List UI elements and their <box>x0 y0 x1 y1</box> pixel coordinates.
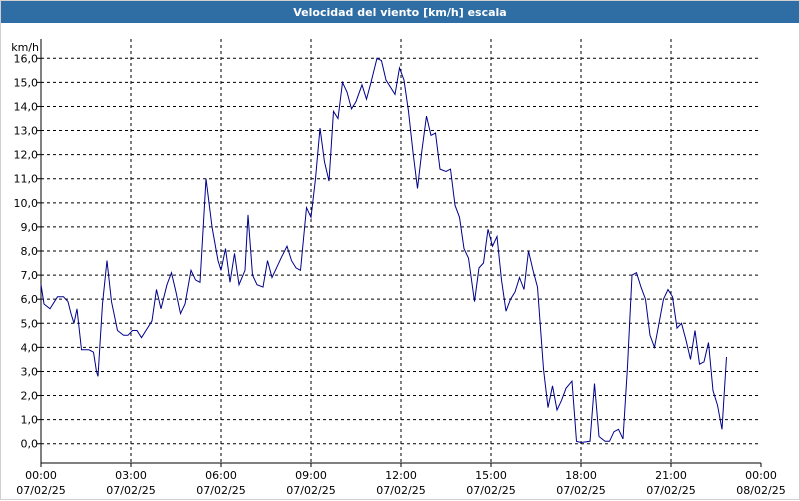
y-tick-label: 11,0 <box>14 173 39 186</box>
y-tick-label: 14,0 <box>14 100 39 113</box>
series-layer <box>40 57 727 444</box>
y-tick-label: 6,0 <box>21 293 39 306</box>
y-tick-label: 3,0 <box>21 365 39 378</box>
x-tick-date: 07/02/25 <box>286 484 335 497</box>
y-tick-label: 4,0 <box>21 341 39 354</box>
y-tick-label: 12,0 <box>14 149 39 162</box>
wind-speed-chart: 0,0 1,0 2,0 3,0 4,0 5,0 6,0 7,0 8,0 9,0 10,0 11,0 12… <box>11 39 786 497</box>
axes <box>37 39 762 467</box>
y-tick-label: 1,0 <box>21 414 39 427</box>
x-tick-date: 07/02/25 <box>196 484 245 497</box>
y-tick-label: 15,0 <box>14 76 39 89</box>
x-tick-time: 21:00 <box>655 469 687 482</box>
x-tick-date: 07/02/25 <box>556 484 605 497</box>
x-tick-time: 06:00 <box>205 469 237 482</box>
x-tick-date: 07/02/25 <box>646 484 695 497</box>
grid <box>41 39 761 463</box>
x-tick-time: 00:00 <box>745 469 777 482</box>
x-tick-date: 07/02/25 <box>466 484 515 497</box>
y-tick-label: 0,0 <box>21 438 39 451</box>
y-tick-label: 2,0 <box>21 390 39 403</box>
x-tick-time: 00:00 <box>25 469 57 482</box>
x-tick-date: 07/02/25 <box>106 484 155 497</box>
x-tick-time: 12:00 <box>385 469 417 482</box>
y-tick-label: 8,0 <box>21 245 39 258</box>
series-line <box>40 57 727 444</box>
y-tick-label: 5,0 <box>21 317 39 330</box>
y-tick-label: 13,0 <box>14 125 39 138</box>
x-tick-time: 18:00 <box>565 469 597 482</box>
x-tick-date: 08/02/25 <box>736 484 785 497</box>
y-tick-label: 9,0 <box>21 221 39 234</box>
y-tick-label: 16,0 <box>14 52 39 65</box>
y-tick-label: 10,0 <box>14 197 39 210</box>
x-tick-time: 09:00 <box>295 469 327 482</box>
tick-labels: 0,0 1,0 2,0 3,0 4,0 5,0 6,0 7,0 8,0 9,0 10,0 11,0 12… <box>11 41 785 497</box>
x-tick-time: 15:00 <box>475 469 507 482</box>
y-axis-label: km/h <box>11 41 39 54</box>
x-tick-time: 03:00 <box>115 469 147 482</box>
y-tick-label: 7,0 <box>21 269 39 282</box>
x-tick-date: 07/02/25 <box>376 484 425 497</box>
chart-window: Velocidad del viento [km/h] escala 0,0 1,… <box>0 0 800 500</box>
x-tick-date: 07/02/25 <box>16 484 65 497</box>
